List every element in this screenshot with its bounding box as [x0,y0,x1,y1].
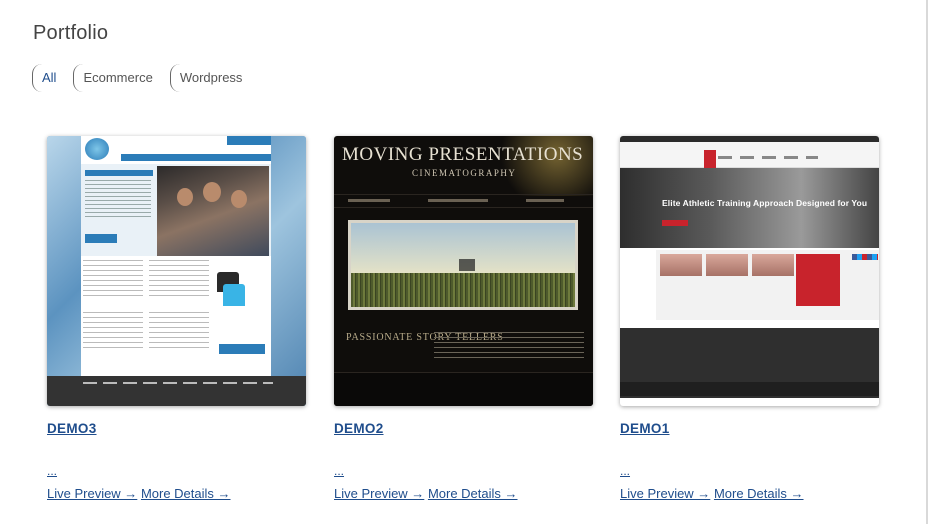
column-graphic [149,260,209,300]
tile-image [752,254,794,276]
field-graphic [351,273,575,307]
filter-ecommerce[interactable]: Ecommerce [73,64,161,92]
face-shape [177,188,193,206]
thumbnail-footer [47,376,306,406]
filter-all[interactable]: All [32,64,65,92]
button-graphic [85,234,117,243]
demo1-thumbnail[interactable]: Elite Athletic Training Approach Designe… [620,136,879,406]
submit-button-graphic [219,344,265,354]
card-links: Live Preview → More Details → [334,486,518,501]
thumbnail-hero [620,168,879,248]
more-details-link[interactable]: More Details → [714,486,804,501]
brand-subtitle: CINEMATOGRAPHY [412,168,517,178]
face-shape [203,182,221,202]
footer-links-graphic [83,382,273,384]
hero-button-graphic [662,220,688,226]
text-lines-graphic [85,180,151,220]
tshirt-icon [223,284,245,306]
portfolio-card-demo2: MOVING PRESENTATIONS CINEMATOGRAPHY PASS… [334,136,594,501]
tile-image [660,254,702,276]
demo-title-link[interactable]: DEMO2 [334,421,384,436]
menu-item-graphic [526,199,564,202]
play-icon [459,259,475,271]
filter-wordpress[interactable]: Wordpress [169,64,252,92]
children-photo [157,166,269,256]
thumbnail-page [81,136,271,376]
demo-title-link[interactable]: DEMO1 [620,421,670,436]
brand-name: MOVING PRESENTATIONS [342,144,584,165]
video-frame [348,220,578,310]
thumbnail-menu [334,194,593,208]
demo-title-link[interactable]: DEMO3 [47,421,97,436]
thumbnail-nav [121,154,271,161]
menu-item-graphic [428,199,488,202]
nav-active-item [704,150,716,168]
excerpt-ellipsis[interactable]: ... [334,464,344,478]
thumbnail-header [620,142,879,168]
promo-box [796,254,840,306]
more-details-link[interactable]: More Details → [428,486,518,501]
paragraph-graphic [434,332,584,362]
portfolio-filters: All Ecommerce Wordpress [32,64,251,92]
thumbnail-footer [334,372,593,406]
column-graphic [83,260,143,300]
face-shape [231,190,247,208]
social-icons [852,254,878,260]
menu-item-graphic [348,199,390,202]
tile-image [706,254,748,276]
live-preview-link[interactable]: Live Preview → [620,486,710,501]
nav-items-graphic [718,156,818,159]
thumbnail-bottom-bar [620,382,879,396]
page-right-border [926,0,928,524]
column-graphic [149,312,209,352]
portfolio-card-demo1: Elite Athletic Training Approach Designe… [620,136,880,501]
excerpt-ellipsis[interactable]: ... [47,464,57,478]
column-graphic [83,312,143,352]
portfolio-card-demo3: DEMO3 ... Live Preview → More Details → [47,136,307,501]
donate-button-graphic [227,136,271,145]
welcome-heading-graphic [85,170,153,176]
card-links: Live Preview → More Details → [620,486,804,501]
live-preview-link[interactable]: Live Preview → [334,486,424,501]
brand-wordmark: MOVING PRESENTATIONS CINEMATOGRAPHY [342,144,584,182]
demo3-thumbnail[interactable] [47,136,306,406]
demo2-thumbnail[interactable]: MOVING PRESENTATIONS CINEMATOGRAPHY PASS… [334,136,593,406]
hero-title: Elite Athletic Training Approach Designe… [662,198,868,208]
more-details-link[interactable]: More Details → [141,486,231,501]
card-links: Live Preview → More Details → [47,486,231,501]
page-title: Portfolio [33,22,109,44]
logo-icon [85,138,109,160]
live-preview-link[interactable]: Live Preview → [47,486,137,501]
excerpt-ellipsis[interactable]: ... [620,464,630,478]
